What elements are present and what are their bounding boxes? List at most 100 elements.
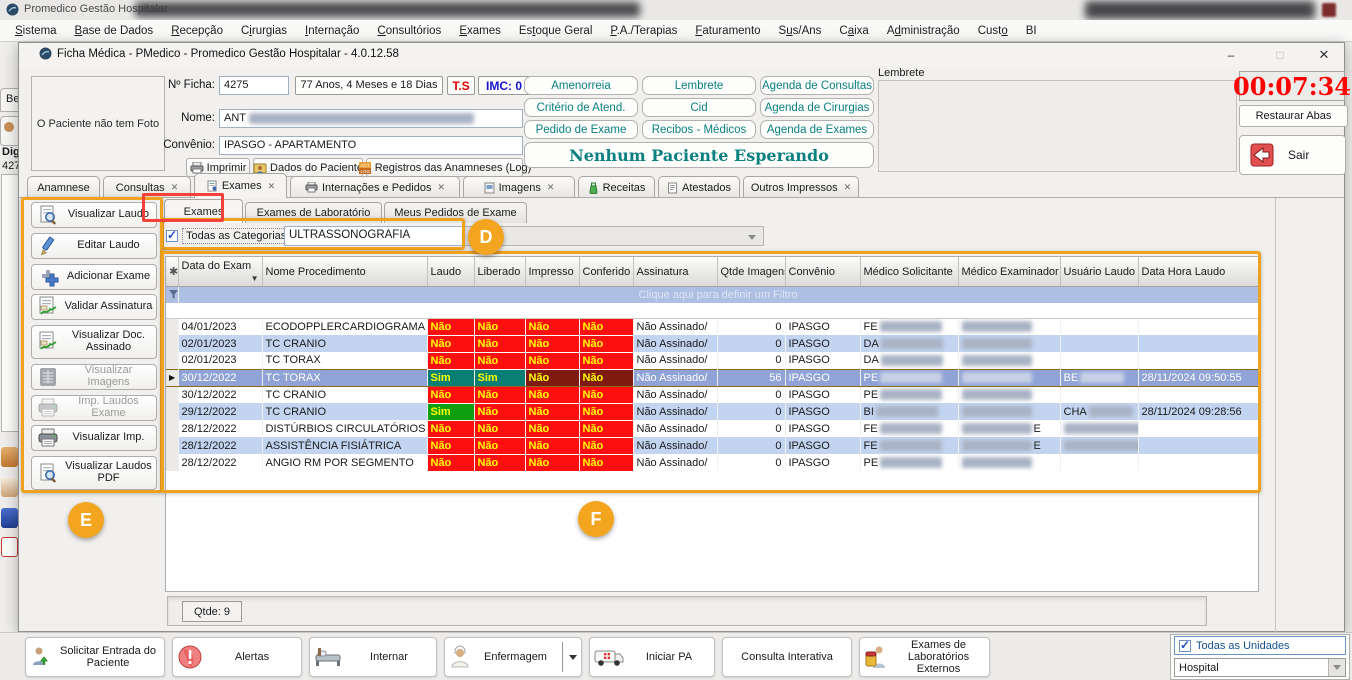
tab-consultas[interactable]: Consultas✕ [103,176,191,198]
menu-item-p-a-terapias[interactable]: P.A./Terapias [601,25,686,37]
column-header-assinatura[interactable]: Assinatura [633,257,717,287]
menu-item-exames[interactable]: Exames [450,25,510,37]
tab-close-icon[interactable]: ✕ [171,182,179,193]
tab-exames[interactable]: Exames✕ [194,173,287,198]
lembrete-panel[interactable] [878,80,1237,172]
nome-field[interactable]: ANT [219,109,523,128]
convenio-field[interactable]: IPASGO - APARTAMENTO [219,136,523,155]
todas-categorias-checkbox[interactable] [166,230,178,242]
quick-button-lembrete[interactable]: Lembrete [642,76,756,95]
column-header-nome-procedimento[interactable]: Nome Procedimento [262,257,427,287]
chevron-down-icon[interactable] [569,655,577,660]
subtab-exames[interactable]: Exames [164,199,243,223]
exam-row-1[interactable]: 02/01/2023TC CRANIONãoNãoNãoNãoNão Assin… [166,335,1258,352]
chevron-down-icon[interactable] [1328,659,1345,676]
menu-item-interna-o[interactable]: Internação [296,25,368,37]
phone-person-icon[interactable] [1,447,18,467]
menu-item-base-de-dados[interactable]: Base de Dados [66,25,163,37]
sidebar-button-editar-laudo[interactable]: Editar Laudo [31,233,157,259]
tab-receitas[interactable]: Receitas [578,176,655,198]
column-header-usu-rio-laudo[interactable]: Usuário Laudo [1060,257,1138,287]
column-header-liberado[interactable]: Liberado [474,257,525,287]
toolbar-button-iniciar-pa[interactable]: Iniciar PA [589,637,715,677]
column-header-m-dico-solicitante[interactable]: Médico Solicitante [860,257,958,287]
menu-item-administra-o[interactable]: Administração [878,25,969,37]
quick-button-agenda-de-cirurgias[interactable]: Agenda de Cirurgias [760,98,874,117]
column-header-conv-nio[interactable]: Convênio [785,257,860,287]
categoria-combobox[interactable] [464,226,764,246]
exam-row-8[interactable]: 28/12/2022ANGIO RM POR SEGMENTONãoNãoNão… [166,454,1258,471]
quick-button-pedido-de-exame[interactable]: Pedido de Exame [524,120,638,139]
menu-item-custo[interactable]: Custo [969,25,1017,37]
menu-item-estoque-geral[interactable]: Estoque Geral [510,25,602,37]
maximize-button[interactable]: □ [1265,45,1295,65]
exam-row-0[interactable]: 04/01/2023ECODOPPLERCARDIOGRAMANãoNãoNão… [166,318,1258,335]
filter-hint-row[interactable]: Clique aqui para definir um Filtro [178,287,1258,304]
tab-anamnese[interactable]: Anamnese [27,176,100,198]
blood-type-box[interactable]: T.S [447,76,475,95]
column-header-qtde-imagens[interactable]: Qtde Imagens [717,257,785,287]
sidebar-button-visualizar-laudos-pdf[interactable]: Visualizar Laudos PDF [31,456,157,490]
unidade-select[interactable]: Hospital [1174,658,1346,677]
column-header-data-hora-laudo[interactable]: Data Hora Laudo [1138,257,1258,287]
tab-imagens[interactable]: Imagens✕ [463,176,575,198]
sidebar-button-adicionar-exame[interactable]: Adicionar Exame [31,264,157,290]
quick-button-crit-rio-de-atend-[interactable]: Critério de Atend. [524,98,638,117]
sidebar-button-imp-laudos-exame[interactable]: Imp. Laudos Exame [31,395,157,421]
exam-row-3[interactable]: ▶30/12/2022TC TORAXSimSimNãoNãoNão Assin… [166,369,1258,386]
close-button[interactable]: ✕ [1309,45,1339,65]
tab-close-icon[interactable]: ✕ [844,182,852,193]
toolbar-button-enfermagem[interactable]: Enfermagem [444,637,582,677]
minimize-button[interactable]: – [1216,45,1246,65]
menu-item-caixa[interactable]: Caixa [830,25,877,37]
column-header-laudo[interactable]: Laudo [427,257,474,287]
menu-item-faturamento[interactable]: Faturamento [686,25,769,37]
exam-table[interactable]: ✱Data do Exam▼Nome ProcedimentoLaudoLibe… [166,257,1259,472]
sidebar-button-visualizar-imagens[interactable]: Visualizar Imagens [31,364,157,390]
ficha-field[interactable]: 4275 [219,76,289,95]
exam-row-4[interactable]: 30/12/2022TC CRANIONãoNãoNãoNãoNão Assin… [166,386,1258,403]
tab-close-icon[interactable]: ✕ [547,182,555,193]
menu-item-sus-ans[interactable]: Sus/Ans [770,25,831,37]
blue-tool-icon[interactable] [1,508,18,528]
menu-item-cirurgias[interactable]: Cirurgias [232,25,296,37]
background-tab-patient[interactable] [0,116,20,146]
tab-interna-es-e-pedidos[interactable]: Internações e Pedidos✕ [290,176,460,198]
column-header-data-do-exam[interactable]: Data do Exam▼ [178,257,262,287]
exam-row-6[interactable]: 28/12/2022DISTÚRBIOS CIRCULATÓRIOSNãoNão… [166,420,1258,437]
imc-box[interactable]: IMC: 0 [478,76,530,95]
doctor-icon[interactable] [1,477,18,497]
tab-close-icon[interactable]: ✕ [437,182,445,193]
sidebar-button-visualizar-imp-[interactable]: Visualizar Imp. [31,425,157,451]
tab-outros-impressos[interactable]: Outros Impressos✕ [743,176,859,198]
tab-atestados[interactable]: Atestados [658,176,740,198]
todas-unidades-checkbox[interactable] [1179,640,1191,652]
menu-item-consult-rios[interactable]: Consultórios [368,25,450,37]
sidebar-button-visualizar-laudo[interactable]: Visualizar Laudo [31,202,157,228]
toolbar-button-consulta-interativa[interactable]: Consulta Interativa [722,637,852,677]
column-header-conferido[interactable]: Conferido [579,257,633,287]
menu-item-bi[interactable]: BI [1017,25,1046,37]
window-titlebar[interactable]: Ficha Médica - PMedico - Promedico Gestã… [19,43,1344,67]
exam-row-5[interactable]: 29/12/2022TC CRANIOSimNãoNãoNãoNão Assin… [166,403,1258,420]
sidebar-button-visualizar-doc-assinado[interactable]: Visualizar Doc. Assinado [31,325,157,359]
red-pencil-icon[interactable] [1,537,18,557]
toolbar-button-internar[interactable]: Internar [309,637,437,677]
column-header-indicator[interactable]: ✱ [166,257,178,287]
toolbar-button-solicitar-entrada-do-paciente[interactable]: Solicitar Entrada do Paciente [25,637,165,677]
quick-button-recibos-m-dicos[interactable]: Recibos - Médicos [642,120,756,139]
quick-button-amenorreia[interactable]: Amenorreia [524,76,638,95]
sidebar-button-validar-assinatura[interactable]: Validar Assinatura [31,294,157,320]
subtab-meus-pedidos-de-exame[interactable]: Meus Pedidos de Exame [384,202,527,223]
exam-row-7[interactable]: 28/12/2022ASSISTÊNCIA FISIÁTRICANãoNãoNã… [166,437,1258,454]
toolbar-button-alertas[interactable]: Alertas [172,637,302,677]
subtab-exames-de-laborat-rio[interactable]: Exames de Laboratório [245,202,382,223]
toolbar-button-exames-de-laborat-rios-externos[interactable]: Exames de Laboratórios Externos [859,637,990,677]
exam-row-2[interactable]: 02/01/2023TC TORAXNãoNãoNãoNãoNão Assina… [166,352,1258,369]
menu-item-recep-o[interactable]: Recepção [162,25,232,37]
tab-close-icon[interactable]: ✕ [268,181,276,192]
sair-button[interactable]: Sair [1239,135,1346,175]
quick-button-agenda-de-exames[interactable]: Agenda de Exames [760,120,874,139]
categoria-edit[interactable]: ULTRASSONOGRAFIA [284,226,464,246]
restaurar-abas-button[interactable]: Restaurar Abas [1239,105,1348,127]
